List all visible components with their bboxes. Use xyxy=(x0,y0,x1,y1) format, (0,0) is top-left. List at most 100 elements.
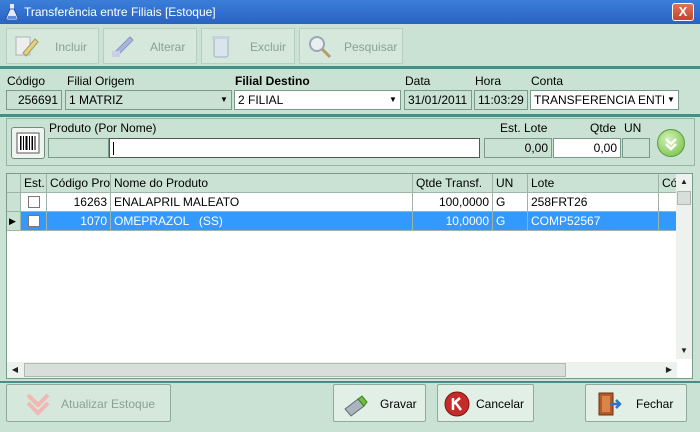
vertical-scroll-thumb[interactable] xyxy=(677,191,691,205)
extra-cell xyxy=(659,193,677,212)
header-indicator xyxy=(7,174,21,193)
atualizar-label: Atualizar Estoque xyxy=(61,397,156,411)
un-label: UN xyxy=(624,121,642,135)
header-qtde[interactable]: Qtde Transf. xyxy=(413,174,493,193)
exit-door-icon xyxy=(598,392,622,416)
alterar-label: Alterar xyxy=(150,40,186,54)
vertical-scrollbar[interactable]: ▲ ▼ xyxy=(676,174,692,359)
scroll-right-icon[interactable]: ▶ xyxy=(661,362,677,378)
lote-cell: 258FRT26 xyxy=(528,193,659,212)
produto-nome-input[interactable] xyxy=(109,138,480,158)
qtde-cell: 10,0000 xyxy=(413,212,493,231)
nome-cell: ENALAPRIL MALEATO xyxy=(111,193,413,212)
gravar-label: Gravar xyxy=(380,397,417,411)
header-nome[interactable]: Nome do Produto xyxy=(111,174,413,193)
filial-destino-value: 2 FILIAL xyxy=(238,93,284,107)
header-un[interactable]: UN xyxy=(493,174,528,193)
qtde-cell: 100,0000 xyxy=(413,193,493,212)
codigo-cell: 16263 xyxy=(47,193,111,212)
arrow-down-circle-icon xyxy=(665,138,677,151)
alterar-button[interactable]: Alterar xyxy=(103,28,197,64)
current-row-arrow-icon: ▶ xyxy=(9,216,16,226)
est-checkbox[interactable] xyxy=(28,196,40,208)
un-field xyxy=(622,138,650,158)
horizontal-scrollbar[interactable]: ◀ ▶ xyxy=(7,362,677,378)
close-window-button[interactable]: X xyxy=(672,3,694,21)
header-codigo[interactable]: Código Pro xyxy=(47,174,111,193)
product-panel: Produto (Por Nome) Est. Lote 0,00 Qtde 0… xyxy=(6,118,695,166)
trash-icon xyxy=(212,36,230,58)
flask-icon xyxy=(5,4,19,20)
grid-header: Est. Código Pro Nome do Produto Qtde Tra… xyxy=(7,174,677,193)
data-field[interactable]: 31/01/2011 xyxy=(404,90,472,110)
add-item-button[interactable] xyxy=(657,129,685,157)
header-lote[interactable]: Lote xyxy=(528,174,659,193)
filial-origem-select[interactable]: 1 MATRIZ ▼ xyxy=(65,90,232,110)
chevron-down-icon[interactable]: ▼ xyxy=(217,91,231,109)
row-indicator xyxy=(7,193,21,212)
gravar-button[interactable]: Gravar xyxy=(333,384,426,422)
row-indicator: ▶ xyxy=(7,212,21,231)
est-lote-label: Est. Lote xyxy=(500,121,548,135)
items-grid[interactable]: Est. Código Pro Nome do Produto Qtde Tra… xyxy=(6,173,693,379)
edit-icon xyxy=(112,36,134,57)
conta-select[interactable]: TRANSFERENCIA ENTRE ▼ xyxy=(530,90,679,110)
barcode-button[interactable] xyxy=(11,127,45,159)
incluir-label: Incluir xyxy=(55,40,88,54)
est-cell[interactable] xyxy=(21,212,47,231)
header-codigo2[interactable]: Có xyxy=(659,174,677,193)
cancelar-label: Cancelar xyxy=(476,397,525,411)
table-row[interactable]: 16263 ENALAPRIL MALEATO 100,0000 G 258FR… xyxy=(7,193,677,212)
chevron-down-icon[interactable]: ▼ xyxy=(386,91,400,109)
codigo-label: Código xyxy=(7,74,46,88)
incluir-button[interactable]: Incluir xyxy=(6,28,99,64)
table-row-selected[interactable]: ▶ 1070 OMEPRAZOL (SS) 10,0000 G COMP5256… xyxy=(7,212,677,231)
lote-cell: COMP52567 xyxy=(528,212,659,231)
qtde-label: Qtde xyxy=(590,121,617,135)
separator-middle xyxy=(0,114,700,117)
text-cursor xyxy=(113,142,114,155)
pencil-icon xyxy=(15,36,39,57)
hora-field[interactable]: 11:03:29 xyxy=(474,90,528,110)
nome-cell: OMEPRAZOL (SS) xyxy=(111,212,413,231)
data-label: Data xyxy=(405,74,431,88)
excluir-button[interactable]: Excluir xyxy=(201,28,295,64)
horizontal-scroll-thumb[interactable] xyxy=(24,363,566,377)
cancel-icon xyxy=(444,391,470,417)
magnifier-icon xyxy=(309,36,332,59)
cancelar-button[interactable]: Cancelar xyxy=(437,384,534,422)
pesquisar-button[interactable]: Pesquisar xyxy=(299,28,403,64)
extra-cell xyxy=(659,212,677,231)
filial-destino-select[interactable]: 2 FILIAL ▼ xyxy=(234,90,401,110)
fechar-button[interactable]: Fechar xyxy=(585,384,687,422)
double-arrow-down-icon xyxy=(26,393,50,416)
scroll-down-icon[interactable]: ▼ xyxy=(676,343,692,359)
fechar-label: Fechar xyxy=(636,397,674,411)
chevron-down-icon[interactable]: ▼ xyxy=(664,91,678,109)
origem-label: Filial Origem xyxy=(67,74,135,88)
window-client: Incluir Alterar Excluir Pesquisar Código… xyxy=(0,24,700,432)
qtde-input[interactable]: 0,00 xyxy=(553,138,621,158)
hora-label: Hora xyxy=(475,74,502,88)
destino-label: Filial Destino xyxy=(235,74,310,88)
separator-bottom xyxy=(0,381,700,383)
title-bar: Transferência entre Filiais [Estoque] X xyxy=(0,0,700,24)
est-cell[interactable] xyxy=(21,193,47,212)
est-lote-field: 0,00 xyxy=(484,138,552,158)
filial-origem-value: 1 MATRIZ xyxy=(69,93,123,107)
produto-nome-label: Produto (Por Nome) xyxy=(49,121,157,135)
codigo-field[interactable]: 256691 xyxy=(6,90,62,110)
est-checkbox[interactable] xyxy=(28,215,40,227)
atualizar-estoque-button[interactable]: Atualizar Estoque xyxy=(6,384,171,422)
produto-codigo-field[interactable] xyxy=(48,138,109,158)
codigo-cell: 1070 xyxy=(47,212,111,231)
excluir-label: Excluir xyxy=(250,40,287,54)
conta-label: Conta xyxy=(531,74,564,88)
header-est[interactable]: Est. xyxy=(21,174,47,193)
separator-top xyxy=(0,66,700,69)
conta-value: TRANSFERENCIA ENTRE xyxy=(534,93,679,107)
scroll-up-icon[interactable]: ▲ xyxy=(676,174,692,190)
barcode-icon xyxy=(16,132,40,154)
un-cell: G xyxy=(493,212,528,231)
scroll-left-icon[interactable]: ◀ xyxy=(7,362,23,378)
